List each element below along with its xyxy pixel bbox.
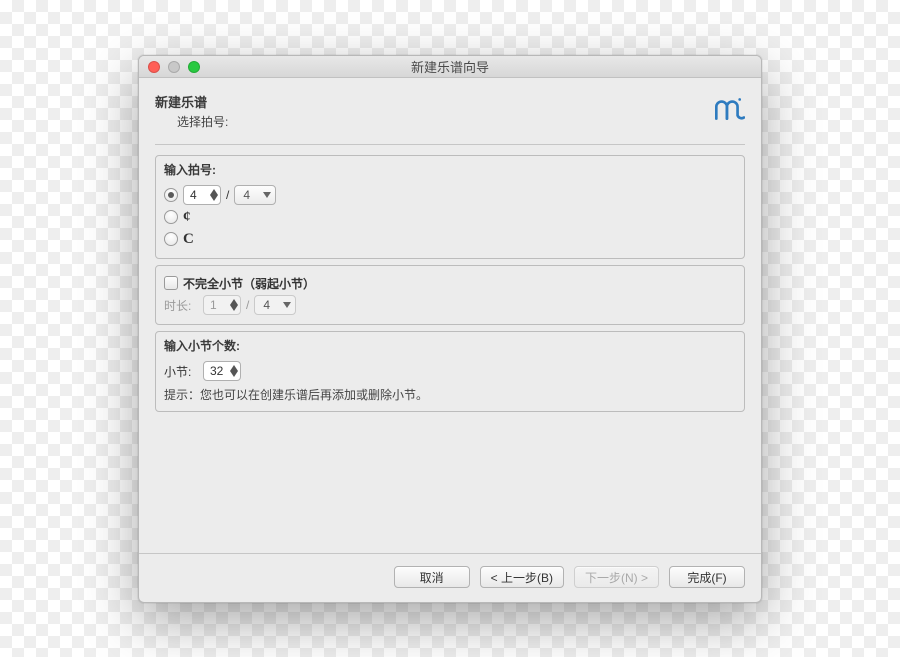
pickup-numerator-stepper: 1 — [203, 295, 241, 315]
stepper-arrows-icon[interactable] — [210, 189, 218, 201]
measures-count-label: 小节: — [164, 363, 198, 380]
wizard-footer: 取消 < 上一步(B) 下一步(N) > 完成(F) — [139, 553, 761, 602]
chevron-down-icon — [283, 302, 291, 308]
measures-hint: 提示：您也可以在创建乐谱后再添加或删除小节。 — [164, 386, 736, 403]
close-icon[interactable] — [148, 61, 160, 73]
stepper-arrows-icon — [230, 299, 238, 311]
back-button[interactable]: < 上一步(B) — [480, 566, 564, 588]
pickup-label: 不完全小节（弱起小节） — [183, 275, 315, 292]
pickup-group: 不完全小节（弱起小节） 时长: 1 / 4 — [155, 265, 745, 325]
pickup-duration-label: 时长: — [164, 297, 198, 314]
musescore-logo-icon — [711, 92, 745, 129]
header-divider — [155, 144, 745, 145]
zoom-icon[interactable] — [188, 61, 200, 73]
traffic-lights — [139, 61, 200, 73]
measures-group-label: 输入小节个数: — [156, 332, 744, 358]
minimize-icon — [168, 61, 180, 73]
chevron-down-icon — [263, 192, 271, 198]
next-button: 下一步(N) > — [574, 566, 659, 588]
measures-group: 输入小节个数: 小节: 32 提示：您也可以在创建乐谱后再添加或删除小节。 — [155, 331, 745, 412]
wizard-window: 新建乐谱向导 新建乐谱 选择拍号: 输入拍号: 4 — [138, 55, 762, 603]
stepper-arrows-icon[interactable] — [230, 365, 238, 377]
time-signature-label: 输入拍号: — [156, 156, 744, 182]
pickup-checkbox[interactable] — [164, 276, 178, 290]
time-signature-group: 输入拍号: 4 / 4 — [155, 155, 745, 259]
timesig-denominator-combo[interactable]: 4 — [234, 185, 276, 205]
common-time-symbol-icon: C — [183, 231, 194, 248]
cancel-button[interactable]: 取消 — [394, 566, 470, 588]
timesig-common-radio[interactable] — [164, 232, 178, 246]
measures-count-stepper[interactable]: 32 — [203, 361, 241, 381]
content-area: 新建乐谱 选择拍号: 输入拍号: 4 — [139, 78, 761, 553]
timesig-fraction-radio[interactable] — [164, 188, 178, 202]
cut-time-symbol-icon: ¢ — [183, 209, 191, 226]
timesig-numerator-stepper[interactable]: 4 — [183, 185, 221, 205]
pickup-denominator-combo: 4 — [254, 295, 296, 315]
finish-button[interactable]: 完成(F) — [669, 566, 745, 588]
timesig-cut-radio[interactable] — [164, 210, 178, 224]
wizard-header: 新建乐谱 选择拍号: — [155, 92, 745, 130]
titlebar: 新建乐谱向导 — [139, 56, 761, 78]
window-title: 新建乐谱向导 — [139, 57, 761, 76]
slash-label: / — [246, 298, 249, 312]
page-subtitle: 选择拍号: — [155, 113, 228, 130]
slash-label: / — [226, 188, 229, 202]
page-title: 新建乐谱 — [155, 92, 228, 111]
